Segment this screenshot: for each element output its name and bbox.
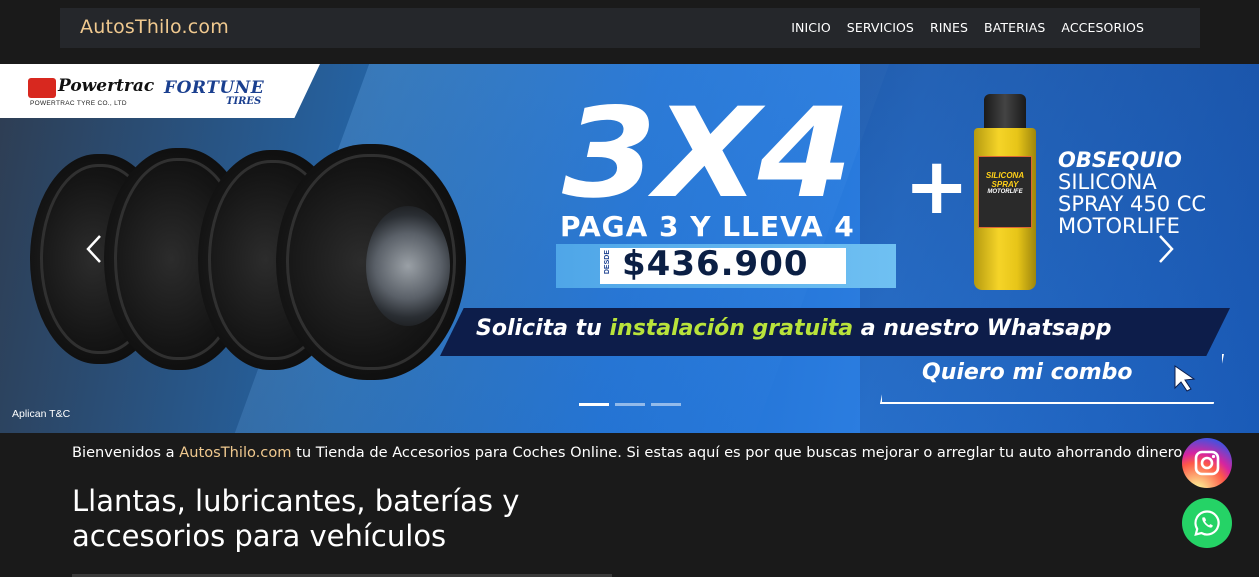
spray-can-label: SILICONA SPRAY MOTORLIFE: [978, 156, 1032, 228]
main-nav: INICIO SERVICIOS RINES BATERIAS ACCESORI…: [791, 20, 1144, 35]
gift-title: OBSEQUIO: [1058, 148, 1182, 172]
carousel-indicator-3[interactable]: [651, 403, 681, 406]
nav-item-servicios[interactable]: SERVICIOS: [847, 20, 914, 35]
terms-note: Aplican T&C: [12, 408, 71, 420]
powertrac-badge-icon: [28, 78, 56, 98]
carousel-indicator-2[interactable]: [615, 403, 645, 406]
chevron-right-icon[interactable]: [1154, 232, 1178, 266]
promo-price: $436.900: [622, 244, 809, 284]
powertrac-logo-text: Powertrac: [58, 76, 155, 96]
price-prefix: DESDE: [604, 250, 611, 275]
whatsapp-message: Solicita tu instalación gratuita a nuest…: [476, 316, 1111, 341]
hero-carousel[interactable]: Powertrac POWERTRAC TYRE CO., LTD FORTUN…: [0, 64, 1259, 433]
gift-line-1: SILICONA: [1058, 170, 1157, 194]
fortune-logo-subtext: TIRES: [226, 96, 262, 107]
fortune-tires-logo: FORTUNE TIRES: [164, 78, 284, 108]
promo-plus: +: [904, 142, 970, 232]
instagram-icon: [1194, 450, 1220, 476]
welcome-brand-link[interactable]: AutosThilo.com: [179, 444, 291, 461]
carousel-indicators: [579, 403, 681, 406]
carousel-indicator-1[interactable]: [579, 403, 609, 406]
gift-line-2: SPRAY 450 CC: [1058, 192, 1207, 216]
whatsapp-icon: [1194, 510, 1220, 537]
brand-logo-link[interactable]: AutosThilo.com: [80, 16, 229, 38]
whatsapp-message-highlight: instalación gratuita: [609, 316, 854, 341]
instagram-button[interactable]: [1182, 438, 1232, 488]
fortune-logo-text: FORTUNE: [164, 78, 265, 98]
brand-logos-plate: Powertrac POWERTRAC TYRE CO., LTD FORTUN…: [0, 64, 320, 118]
nav-item-inicio[interactable]: INICIO: [791, 20, 831, 35]
whatsapp-button[interactable]: [1182, 498, 1232, 548]
tire-rim: [366, 206, 450, 326]
welcome-text: Bienvenidos a AutosThilo.com tu Tienda d…: [72, 444, 1187, 461]
spray-label-brand: MOTORLIFE: [987, 189, 1023, 195]
promo-headline: 3X4: [562, 82, 853, 226]
page-heading-line-1: Llantas, lubricantes, baterías y: [72, 484, 520, 518]
spray-label-title: SILICONA SPRAY: [985, 171, 1025, 189]
top-bar: AutosThilo.com INICIO SERVICIOS RINES BA…: [0, 0, 1259, 64]
powertrac-logo-subtext: POWERTRAC TYRE CO., LTD: [30, 100, 127, 107]
promo-subheadline: PAGA 3 Y LLEVA 4: [560, 210, 855, 243]
powertrac-logo: Powertrac POWERTRAC TYRE CO., LTD: [28, 76, 154, 107]
cut-off-paragraph: [72, 570, 612, 577]
cta-button[interactable]: Quiero mi combo: [922, 360, 1133, 385]
page-heading-line-2: accesorios para vehículos: [72, 519, 447, 554]
spray-cap: [984, 94, 1026, 130]
cursor-arrow-icon: [1174, 365, 1196, 392]
welcome-text-end: tu Tienda de Accesorios para Coches Onli…: [291, 444, 1187, 461]
silicone-spray-can-image: SILICONA SPRAY MOTORLIFE: [974, 94, 1036, 290]
nav-item-accesorios[interactable]: ACCESORIOS: [1061, 20, 1144, 35]
nav-item-baterias[interactable]: BATERIAS: [984, 20, 1045, 35]
nav-item-rines[interactable]: RINES: [930, 20, 968, 35]
whatsapp-message-end: a nuestro Whatsapp: [853, 316, 1112, 341]
chevron-left-icon[interactable]: [82, 232, 106, 266]
welcome-text-start: Bienvenidos a: [72, 444, 180, 461]
page-heading: Llantas, lubricantes, baterías y accesor…: [72, 484, 519, 555]
whatsapp-message-start: Solicita tu: [476, 316, 610, 341]
navbar: AutosThilo.com INICIO SERVICIOS RINES BA…: [60, 8, 1200, 48]
